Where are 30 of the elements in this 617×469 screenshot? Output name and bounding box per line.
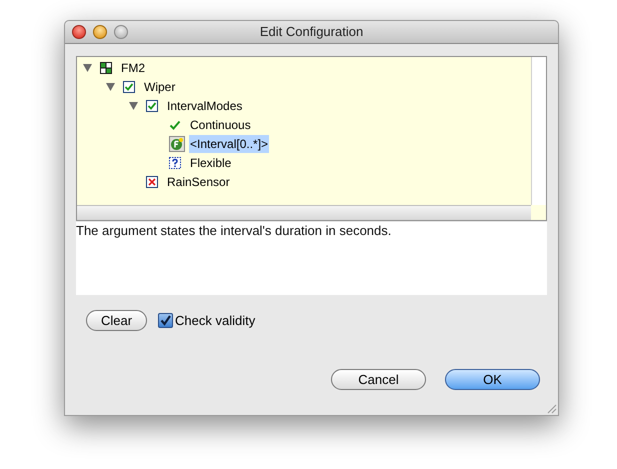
zoom-button[interactable]: [114, 25, 128, 39]
check-validity-checkbox[interactable]: [158, 313, 173, 328]
tree-item[interactable]: RainSensor: [166, 172, 231, 190]
checkbox-icon: [146, 100, 158, 112]
expanded-triangle-icon[interactable]: [106, 82, 115, 90]
ok-button[interactable]: OK: [445, 369, 540, 390]
checkbox-icon: [123, 80, 135, 92]
tree-item[interactable]: <Interval[0..*]>: [189, 134, 270, 152]
vertical-scrollbar[interactable]: [531, 57, 546, 205]
close-button[interactable]: [72, 25, 86, 39]
tree-item[interactable]: Continuous: [189, 116, 252, 134]
expanded-triangle-icon[interactable]: [129, 102, 138, 110]
expanded-triangle-icon[interactable]: [83, 64, 92, 72]
description-box: The argument states the interval's duration in seconds.: [76, 222, 547, 295]
tree-item[interactable]: FM2: [120, 58, 146, 76]
tree-item[interactable]: Wiper: [143, 78, 176, 96]
cross-icon: [146, 176, 158, 188]
badge-icon: [169, 136, 185, 152]
tree-item[interactable]: Flexible: [189, 154, 232, 172]
check-validity-label[interactable]: Check validity: [175, 310, 256, 330]
cancel-button[interactable]: Cancel: [331, 369, 426, 390]
clear-button[interactable]: Clear: [86, 310, 147, 331]
question-icon: [169, 156, 181, 168]
resize-grip-icon[interactable]: [545, 402, 557, 414]
window-title: Edit Configuration: [260, 23, 364, 42]
horizontal-scrollbar[interactable]: [77, 205, 531, 220]
grid-icon: [100, 62, 112, 74]
minimize-button[interactable]: [93, 25, 107, 39]
tree-item[interactable]: IntervalModes: [166, 96, 244, 114]
checkmark-icon: [169, 118, 181, 130]
